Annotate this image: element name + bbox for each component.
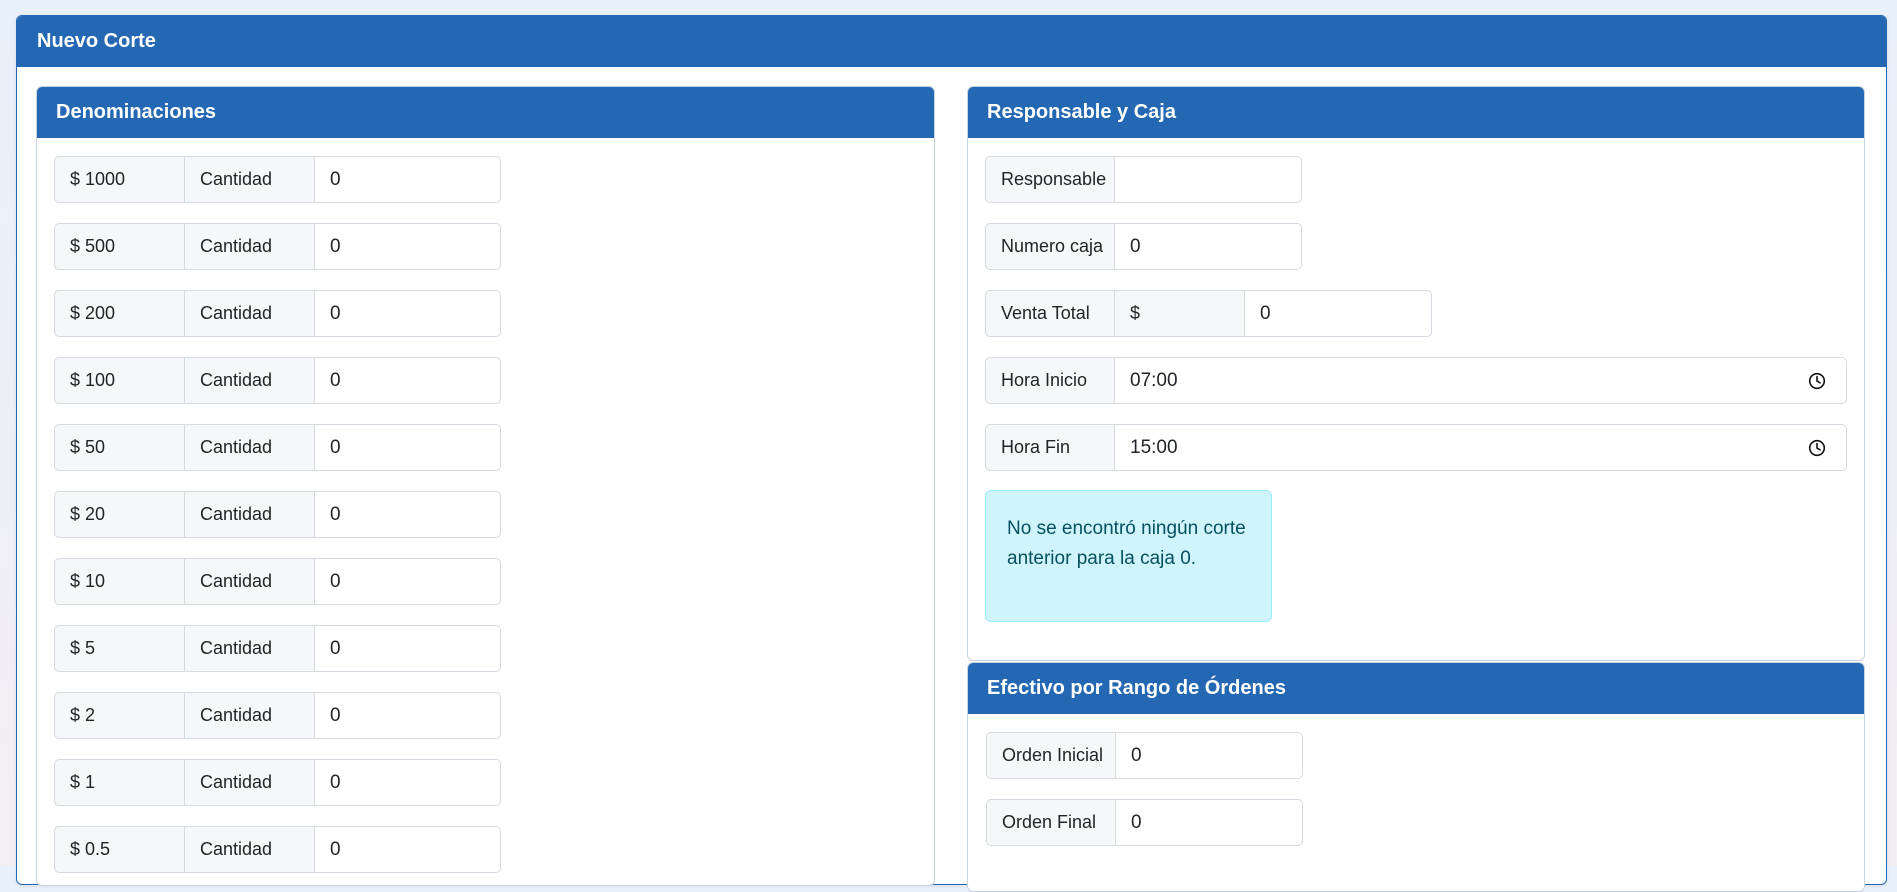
cantidad-input[interactable]: 0 (314, 357, 501, 404)
cantidad-input[interactable]: 0 (314, 223, 501, 270)
cantidad-input[interactable]: 0 (314, 759, 501, 806)
currency-symbol: $ (1114, 290, 1245, 337)
no-previous-cut-alert: No se encontró ningún corte anterior par… (985, 490, 1272, 622)
cantidad-input[interactable]: 0 (314, 156, 501, 203)
numero-caja-group: Numero caja 0 (985, 223, 1302, 270)
orden-final-label: Orden Final (986, 799, 1116, 846)
denominacion-label: $ 10 (54, 558, 185, 605)
denominacion-row: $ 500 Cantidad 0 (54, 223, 501, 270)
responsable-label: Responsable (985, 156, 1115, 203)
cantidad-label: Cantidad (184, 759, 315, 806)
cantidad-label: Cantidad (184, 156, 315, 203)
denominacion-row: $ 100 Cantidad 0 (54, 357, 501, 404)
efectivo-rango-title: Efectivo por Rango de Órdenes (968, 663, 1864, 714)
orden-final-group: Orden Final 0 (986, 799, 1303, 846)
responsable-input[interactable] (1114, 156, 1302, 203)
cantidad-input[interactable]: 0 (314, 491, 501, 538)
denominaciones-title: Denominaciones (37, 87, 934, 138)
hora-fin-value: 15:00 (1130, 436, 1178, 458)
orden-inicial-label: Orden Inicial (986, 732, 1116, 779)
denominacion-row: $ 200 Cantidad 0 (54, 290, 501, 337)
denominacion-label: $ 1 (54, 759, 185, 806)
denominacion-row: $ 50 Cantidad 0 (54, 424, 501, 471)
cantidad-input[interactable]: 0 (314, 290, 501, 337)
denominacion-label: $ 2 (54, 692, 185, 739)
denominacion-label: $ 1000 (54, 156, 185, 203)
cantidad-label: Cantidad (184, 558, 315, 605)
cantidad-label: Cantidad (184, 223, 315, 270)
denominacion-label: $ 50 (54, 424, 185, 471)
cantidad-label: Cantidad (184, 424, 315, 471)
denominacion-label: $ 500 (54, 223, 185, 270)
numero-caja-input[interactable]: 0 (1114, 223, 1302, 270)
cantidad-label: Cantidad (184, 826, 315, 873)
denominacion-row: $ 1000 Cantidad 0 (54, 156, 501, 203)
responsable-group: Responsable (985, 156, 1302, 203)
cantidad-label: Cantidad (184, 357, 315, 404)
cantidad-input[interactable]: 0 (314, 692, 501, 739)
numero-caja-label: Numero caja (985, 223, 1115, 270)
hora-fin-group: Hora Fin 15:00 (985, 424, 1847, 471)
cantidad-input[interactable]: 0 (314, 424, 501, 471)
cantidad-label: Cantidad (184, 290, 315, 337)
denominacion-row: $ 2 Cantidad 0 (54, 692, 501, 739)
hora-fin-input[interactable]: 15:00 (1114, 424, 1847, 471)
venta-total-input[interactable]: 0 (1244, 290, 1432, 337)
venta-total-label: Venta Total (985, 290, 1115, 337)
hora-inicio-label: Hora Inicio (985, 357, 1115, 404)
denominacion-row: $ 20 Cantidad 0 (54, 491, 501, 538)
venta-total-group: Venta Total $ 0 (985, 290, 1432, 337)
hora-fin-label: Hora Fin (985, 424, 1115, 471)
denominacion-row: $ 5 Cantidad 0 (54, 625, 501, 672)
hora-inicio-input[interactable]: 07:00 (1114, 357, 1847, 404)
denominacion-row: $ 0.5 Cantidad 0 (54, 826, 501, 873)
orden-final-input[interactable]: 0 (1115, 799, 1303, 846)
denominacion-label: $ 200 (54, 290, 185, 337)
denominacion-label: $ 5 (54, 625, 185, 672)
page-title: Nuevo Corte (17, 16, 1886, 67)
denominacion-label: $ 100 (54, 357, 185, 404)
responsable-caja-title: Responsable y Caja (968, 87, 1864, 138)
denominacion-label: $ 20 (54, 491, 185, 538)
cantidad-label: Cantidad (184, 625, 315, 672)
cantidad-input[interactable]: 0 (314, 558, 501, 605)
orden-inicial-input[interactable]: 0 (1115, 732, 1303, 779)
denominacion-row: $ 10 Cantidad 0 (54, 558, 501, 605)
hora-inicio-value: 07:00 (1130, 369, 1178, 391)
cantidad-label: Cantidad (184, 491, 315, 538)
hora-inicio-group: Hora Inicio 07:00 (985, 357, 1847, 404)
denominacion-row: $ 1 Cantidad 0 (54, 759, 501, 806)
clock-icon[interactable] (1808, 439, 1826, 457)
clock-icon[interactable] (1808, 372, 1826, 390)
cantidad-label: Cantidad (184, 692, 315, 739)
orden-inicial-group: Orden Inicial 0 (986, 732, 1303, 779)
denominacion-label: $ 0.5 (54, 826, 185, 873)
cantidad-input[interactable]: 0 (314, 625, 501, 672)
cantidad-input[interactable]: 0 (314, 826, 501, 873)
